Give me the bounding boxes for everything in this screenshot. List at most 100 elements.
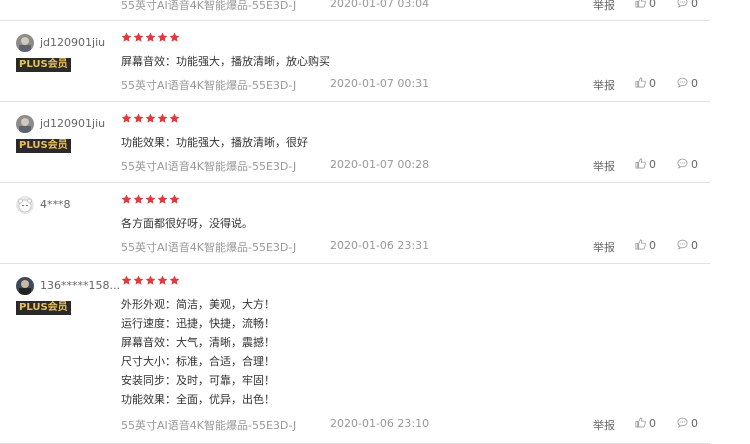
- star-icon: [169, 113, 180, 123]
- thumbs-up-icon: [635, 158, 646, 169]
- comment-button[interactable]: 0: [677, 77, 698, 90]
- review-date: 2020-01-06 23:31: [330, 239, 430, 252]
- star-rating: [121, 113, 181, 125]
- comment-count: 0: [691, 77, 698, 90]
- review-item: 4***8 各方面都很好呀，没得说。 55英寸AI语音4K智能爆品-55E3D-…: [0, 183, 710, 264]
- comment-count: 0: [691, 239, 698, 252]
- review-list: 55英寸AI语音4K智能爆品-55E3D-J 2020-01-07 03:04 …: [0, 0, 750, 444]
- like-button[interactable]: 0: [635, 77, 656, 90]
- product-variant: 55英寸AI语音4K智能爆品-55E3D-J: [121, 241, 297, 254]
- star-rating: [121, 194, 181, 206]
- review-meta: 55英寸AI语音4K智能爆品-55E3D-J 2020-01-06 23:31: [121, 239, 429, 255]
- star-icon: [145, 32, 156, 42]
- star-icon: [121, 113, 132, 123]
- review-line: 各方面都很好呀，没得说。: [121, 217, 253, 230]
- comment-button[interactable]: 0: [677, 158, 698, 171]
- review-text: 各方面都很好呀，没得说。: [121, 214, 253, 233]
- avatar[interactable]: [16, 34, 34, 52]
- review-meta: 55英寸AI语音4K智能爆品-55E3D-J 2020-01-07 03:04: [121, 0, 429, 13]
- comment-bubble-icon: [677, 239, 688, 250]
- review-item: 55英寸AI语音4K智能爆品-55E3D-J 2020-01-07 03:04 …: [0, 0, 710, 21]
- username: 136*****158...: [40, 279, 120, 292]
- star-icon: [121, 32, 132, 42]
- comment-bubble-icon: [677, 158, 688, 169]
- star-icon: [157, 113, 168, 123]
- comment-count: 0: [691, 417, 698, 430]
- thumbs-up-icon: [635, 239, 646, 250]
- avatar[interactable]: [16, 196, 34, 214]
- report-link[interactable]: 举报: [593, 0, 615, 13]
- review-line: 运行速度：迅捷，快捷，流畅！: [121, 317, 275, 330]
- star-icon: [157, 275, 168, 285]
- review-date: 2020-01-07 00:31: [330, 77, 430, 90]
- report-link[interactable]: 举报: [593, 239, 615, 255]
- star-icon: [145, 275, 156, 285]
- comment-count: 0: [691, 158, 698, 171]
- like-count: 0: [649, 158, 656, 171]
- username: jd120901jiu: [40, 36, 106, 49]
- thumbs-up-icon: [635, 0, 646, 8]
- like-count: 0: [649, 239, 656, 252]
- comment-bubble-icon: [677, 77, 688, 88]
- product-variant: 55英寸AI语音4K智能爆品-55E3D-J: [121, 160, 297, 173]
- review-date: 2020-01-07 00:28: [330, 158, 430, 171]
- star-icon: [169, 194, 180, 204]
- star-icon: [133, 32, 144, 42]
- plus-member-badge: PLUS会员: [16, 301, 71, 315]
- avatar[interactable]: [16, 115, 34, 133]
- like-button[interactable]: 0: [635, 239, 656, 252]
- star-icon: [169, 32, 180, 42]
- report-link[interactable]: 举报: [593, 77, 615, 93]
- review-line: 尺寸大小：标准，合适，合理！: [121, 355, 275, 368]
- review-meta: 55英寸AI语音4K智能爆品-55E3D-J 2020-01-07 00:28: [121, 158, 429, 174]
- report-link[interactable]: 举报: [593, 417, 615, 433]
- star-icon: [133, 275, 144, 285]
- review-line: 功能效果：全面，优异，出色！: [121, 393, 275, 406]
- review-meta: 55英寸AI语音4K智能爆品-55E3D-J 2020-01-07 00:31: [121, 77, 429, 93]
- star-icon: [157, 194, 168, 204]
- comment-button[interactable]: 0: [677, 0, 698, 10]
- review-date: 2020-01-07 03:04: [330, 0, 430, 10]
- username: 4***8: [40, 198, 71, 211]
- username: jd120901jiu: [40, 117, 106, 130]
- comment-bubble-icon: [677, 0, 688, 8]
- product-variant: 55英寸AI语音4K智能爆品-55E3D-J: [121, 0, 297, 12]
- review-item: 136*****158... PLUS会员 外形外观：简洁，美观，大方！ 运行速…: [0, 264, 710, 444]
- product-variant: 55英寸AI语音4K智能爆品-55E3D-J: [121, 79, 297, 92]
- star-rating: [121, 275, 181, 287]
- star-icon: [121, 275, 132, 285]
- report-link[interactable]: 举报: [593, 158, 615, 174]
- star-icon: [133, 194, 144, 204]
- avatar[interactable]: [16, 277, 34, 295]
- review-line: 安装同步：及时，可靠，牢固！: [121, 374, 275, 387]
- comment-button[interactable]: 0: [677, 417, 698, 430]
- star-icon: [157, 32, 168, 42]
- review-item: jd120901jiu PLUS会员 功能效果：功能强大，播放清晰，很好 55英…: [0, 102, 710, 183]
- review-line: 屏幕音效：大气，清晰，震撼！: [121, 336, 275, 349]
- review-meta: 55英寸AI语音4K智能爆品-55E3D-J 2020-01-06 23:10: [121, 417, 429, 433]
- plus-member-badge: PLUS会员: [16, 58, 71, 72]
- like-button[interactable]: 0: [635, 0, 656, 10]
- review-line: 屏幕音效：功能强大，播放清晰，放心购买: [121, 55, 330, 68]
- like-count: 0: [649, 0, 656, 10]
- comment-button[interactable]: 0: [677, 239, 698, 252]
- review-line: 功能效果：功能强大，播放清晰，很好: [121, 136, 308, 149]
- like-button[interactable]: 0: [635, 417, 656, 430]
- thumbs-up-icon: [635, 77, 646, 88]
- star-icon: [133, 113, 144, 123]
- like-count: 0: [649, 77, 656, 90]
- like-count: 0: [649, 417, 656, 430]
- star-icon: [145, 113, 156, 123]
- product-variant: 55英寸AI语音4K智能爆品-55E3D-J: [121, 419, 297, 432]
- star-rating: [121, 32, 181, 44]
- thumbs-up-icon: [635, 417, 646, 428]
- star-icon: [121, 194, 132, 204]
- review-item: jd120901jiu PLUS会员 屏幕音效：功能强大，播放清晰，放心购买 5…: [0, 21, 710, 102]
- review-date: 2020-01-06 23:10: [330, 417, 430, 430]
- star-icon: [169, 275, 180, 285]
- review-text: 屏幕音效：功能强大，播放清晰，放心购买: [121, 52, 330, 71]
- comment-bubble-icon: [677, 417, 688, 428]
- like-button[interactable]: 0: [635, 158, 656, 171]
- review-text: 功能效果：功能强大，播放清晰，很好: [121, 133, 308, 152]
- star-icon: [145, 194, 156, 204]
